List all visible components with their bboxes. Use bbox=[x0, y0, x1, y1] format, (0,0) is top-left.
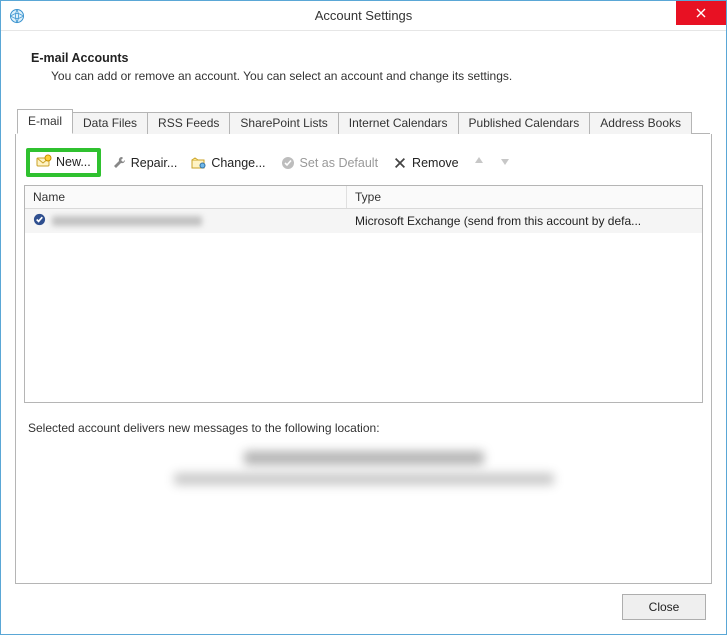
tab-address-books[interactable]: Address Books bbox=[589, 112, 692, 134]
close-icon bbox=[696, 8, 706, 18]
titlebar: Account Settings bbox=[1, 1, 726, 31]
tab-label: RSS Feeds bbox=[158, 116, 219, 130]
checkmark-circle-icon bbox=[280, 155, 296, 171]
tab-label: Internet Calendars bbox=[349, 116, 448, 130]
close-button[interactable]: Close bbox=[622, 594, 706, 620]
delivery-location-label: Selected account delivers new messages t… bbox=[24, 421, 703, 435]
tab-data-files[interactable]: Data Files bbox=[72, 112, 148, 134]
dialog-button-row: Close bbox=[15, 584, 712, 620]
move-up-button[interactable] bbox=[469, 153, 489, 172]
envelope-new-icon bbox=[36, 154, 52, 170]
list-row[interactable]: Microsoft Exchange (send from this accou… bbox=[25, 209, 702, 233]
change-label: Change... bbox=[211, 156, 265, 170]
header-block: E-mail Accounts You can add or remove an… bbox=[15, 47, 712, 111]
redacted-account-name bbox=[52, 216, 202, 226]
set-default-label: Set as Default bbox=[300, 156, 379, 170]
set-default-button[interactable]: Set as Default bbox=[276, 153, 383, 173]
tab-label: E-mail bbox=[28, 114, 62, 128]
dialog-content: E-mail Accounts You can add or remove an… bbox=[1, 31, 726, 634]
tutorial-highlight: New... bbox=[26, 148, 101, 177]
close-button-label: Close bbox=[649, 600, 680, 614]
accounts-list[interactable]: Name Type Microsoft Exchange (send fr bbox=[24, 185, 703, 403]
window-title: Account Settings bbox=[1, 8, 726, 23]
default-account-icon bbox=[33, 213, 46, 229]
repair-label: Repair... bbox=[131, 156, 178, 170]
arrow-down-icon bbox=[499, 155, 511, 170]
tab-rss-feeds[interactable]: RSS Feeds bbox=[147, 112, 230, 134]
list-header: Name Type bbox=[25, 186, 702, 209]
arrow-up-icon bbox=[473, 155, 485, 170]
tab-sharepoint-lists[interactable]: SharePoint Lists bbox=[229, 112, 338, 134]
redacted-location-line-1 bbox=[244, 451, 484, 465]
header-title: E-mail Accounts bbox=[31, 51, 704, 65]
column-type[interactable]: Type bbox=[347, 186, 702, 208]
remove-x-icon bbox=[392, 155, 408, 171]
move-down-button[interactable] bbox=[495, 153, 515, 172]
new-account-button[interactable]: New... bbox=[32, 152, 95, 172]
header-subtitle: You can add or remove an account. You ca… bbox=[51, 69, 704, 83]
window-close-button[interactable] bbox=[676, 1, 726, 25]
wrench-icon bbox=[111, 155, 127, 171]
tab-published-calendars[interactable]: Published Calendars bbox=[458, 112, 591, 134]
account-settings-window: Account Settings E-mail Accounts You can… bbox=[0, 0, 727, 635]
delivery-location-value bbox=[24, 451, 703, 485]
toolbar: New... Repair... bbox=[24, 144, 703, 185]
remove-account-button[interactable]: Remove bbox=[388, 153, 463, 173]
tab-internet-calendars[interactable]: Internet Calendars bbox=[338, 112, 459, 134]
app-icon bbox=[9, 8, 25, 24]
cell-name bbox=[25, 211, 347, 231]
repair-account-button[interactable]: Repair... bbox=[107, 153, 182, 173]
cell-type: Microsoft Exchange (send from this accou… bbox=[347, 212, 702, 230]
change-account-button[interactable]: Change... bbox=[187, 153, 269, 173]
tabstrip: E-mail Data Files RSS Feeds SharePoint L… bbox=[17, 111, 710, 134]
tab-email[interactable]: E-mail bbox=[17, 109, 73, 134]
tab-label: Address Books bbox=[600, 116, 681, 130]
redacted-location-line-2 bbox=[174, 473, 554, 485]
new-label: New... bbox=[56, 155, 91, 169]
tab-panel-email: New... Repair... bbox=[15, 134, 712, 584]
tab-label: Published Calendars bbox=[469, 116, 580, 130]
column-name[interactable]: Name bbox=[25, 186, 347, 208]
folder-change-icon bbox=[191, 155, 207, 171]
tab-label: SharePoint Lists bbox=[240, 116, 327, 130]
remove-label: Remove bbox=[412, 156, 459, 170]
tab-label: Data Files bbox=[83, 116, 137, 130]
